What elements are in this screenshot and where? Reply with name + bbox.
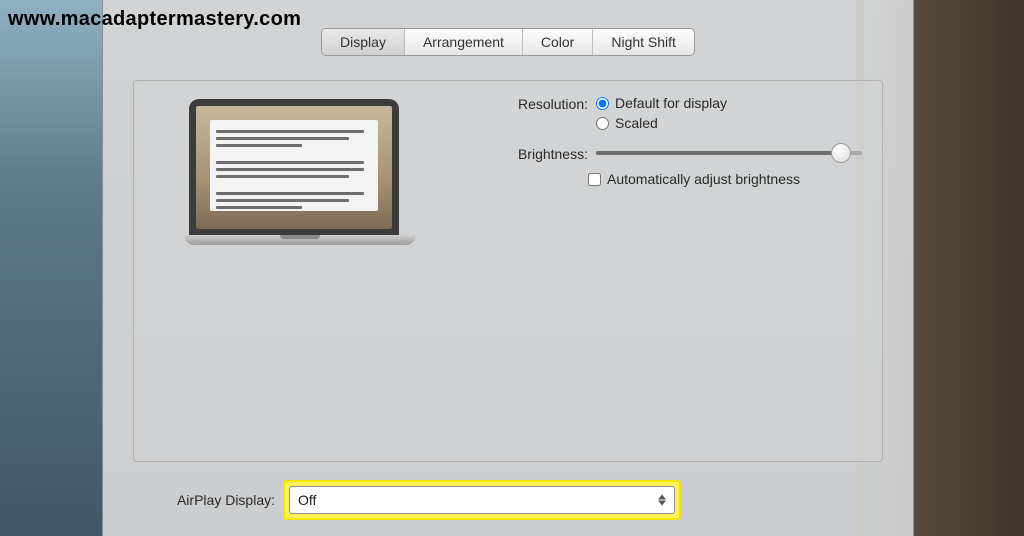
segmented-control: Display Arrangement Color Night Shift	[321, 28, 695, 56]
displays-preference-pane: Display Arrangement Color Night Shift	[102, 0, 914, 536]
watermark-url: www.macadaptermastery.com	[8, 8, 301, 31]
resolution-default-label: Default for display	[615, 95, 727, 111]
display-settings: Resolution: Default for display Scaled B…	[480, 95, 862, 187]
airplay-label: AirPlay Display:	[133, 492, 285, 508]
tab-night-shift[interactable]: Night Shift	[593, 29, 694, 55]
resolution-scaled-label: Scaled	[615, 115, 658, 131]
tab-display[interactable]: Display	[322, 29, 405, 55]
radio-input-scaled[interactable]	[596, 117, 609, 130]
auto-brightness-input[interactable]	[588, 173, 601, 186]
airplay-dropdown[interactable]: Off	[289, 486, 675, 514]
auto-brightness-checkbox[interactable]: Automatically adjust brightness	[588, 171, 862, 187]
chevron-up-down-icon	[654, 490, 670, 510]
resolution-scaled-radio[interactable]: Scaled	[596, 115, 862, 131]
radio-input-default[interactable]	[596, 97, 609, 110]
resolution-label: Resolution:	[480, 95, 596, 112]
auto-brightness-label: Automatically adjust brightness	[607, 171, 800, 187]
content-area: Resolution: Default for display Scaled B…	[133, 80, 883, 462]
airplay-value: Off	[298, 492, 666, 508]
brightness-thumb[interactable]	[831, 143, 851, 163]
airplay-row: AirPlay Display: Off	[133, 482, 679, 518]
laptop-base-icon	[184, 235, 416, 245]
tab-color[interactable]: Color	[523, 29, 593, 55]
tab-arrangement[interactable]: Arrangement	[405, 29, 523, 55]
resolution-default-radio[interactable]: Default for display	[596, 95, 862, 111]
device-thumbnail	[184, 99, 404, 246]
brightness-fill	[596, 151, 841, 155]
brightness-label: Brightness:	[480, 145, 596, 162]
laptop-screen-icon	[189, 99, 399, 236]
airplay-highlight: Off	[285, 482, 679, 518]
brightness-slider[interactable]	[596, 151, 862, 155]
tab-bar: Display Arrangement Color Night Shift	[103, 28, 913, 56]
